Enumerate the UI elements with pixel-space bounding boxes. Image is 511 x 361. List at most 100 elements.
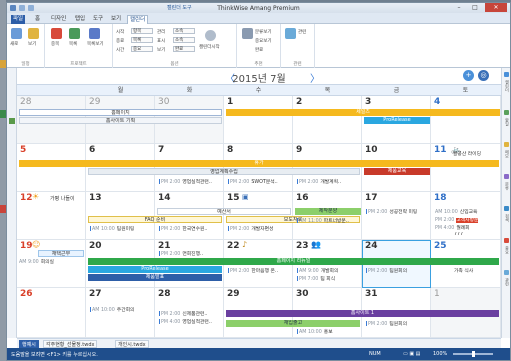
event-item[interactable]: AM 10:00 신입교육 [435,208,500,215]
event-item[interactable]: PM 7:00 팀 회식 [297,275,361,282]
event-item[interactable]: AM 10:00 주간회의 [90,306,154,313]
day-cell[interactable]: 1 [224,96,293,144]
important-panel-icon[interactable] [504,238,509,243]
panel-tab-calendar[interactable]: 캘린더 [503,80,510,92]
event-item[interactable]: AM 10:00 팀원미팅 [90,225,154,232]
event-item[interactable]: PM 2:00 신제품관련.. [159,310,223,317]
related-label[interactable]: 관련 [298,29,306,35]
tab-home[interactable]: 홈 [33,15,42,24]
event-item[interactable]: PM 2:00 개발자편성 [228,225,292,232]
todo-panel-icon[interactable] [504,110,509,115]
event-bar[interactable]: FAQ 준비 [88,216,222,223]
event-bar[interactable]: 영업계획수립 [88,168,360,175]
file-tab[interactable]: 각주현황_선물정.twdx [43,340,98,348]
event-item[interactable]: 777 [454,232,494,237]
important-label[interactable]: 중목 [51,41,59,47]
event-item[interactable]: 가족 식사 [454,267,498,274]
memo-panel-icon[interactable] [504,142,509,147]
tab-file[interactable]: 파일 [11,15,26,24]
event-item[interactable]: PM 2:00 성공전략 미팅 [366,208,430,215]
day-cell[interactable]: 5 [17,144,86,192]
day-cell[interactable]: 17 [362,192,431,240]
important-view-label[interactable]: 중요보기 [255,38,272,44]
next-month-button[interactable]: 〉 [310,70,320,85]
event-bar[interactable]: 제작분양 [295,208,361,215]
new-label[interactable]: 새로 [10,41,18,47]
list-view-icon[interactable] [89,28,100,39]
list-view-label[interactable]: 목록보기 [87,41,104,47]
panel-tab-memo[interactable]: 메모 [503,150,510,158]
event-item[interactable]: AM 10:00 홍보 [297,328,361,335]
day-cell[interactable]: 27 [86,288,155,338]
view-mode-icons[interactable]: ▭ ▣ ▤ [403,351,420,357]
file-tab[interactable]: 행예시 [19,340,39,348]
complete-label[interactable]: 완료 [255,47,263,53]
event-item[interactable]: PM 2:00 한마음행 온.. [228,267,292,274]
tab-tools[interactable]: 도구 [91,15,105,24]
event-item[interactable]: PM 2:00 SWOT분석.. [228,178,290,185]
important-icon[interactable] [51,28,62,39]
calendar-panel-icon[interactable] [504,72,509,77]
view-icon[interactable] [28,28,39,39]
event-item[interactable]: AM 9:00 개발회의 [297,267,361,274]
tab-insert[interactable]: 탭입 [73,15,87,24]
event-bar[interactable]: 세일즈 [226,109,500,116]
zoom-slider-knob[interactable] [472,351,475,357]
today-button[interactable]: ◎ [478,70,489,81]
view2-select[interactable]: 완료 [173,46,195,52]
maximize-button[interactable]: □ [467,3,483,12]
event-bar[interactable]: 재입출고 [226,320,360,327]
event-bar[interactable]: 홈사이트 기획 [19,117,222,124]
tab-calendar[interactable]: 캘린더 [127,15,149,24]
day-cell[interactable]: 12 ☀ 가평 나들이 [17,192,86,240]
event-bar[interactable]: ProRelease [364,117,430,124]
event-item[interactable]: AM 11:00 파트너방문.. [297,217,361,224]
event-item[interactable]: PM 2:00 고객사방문 [435,216,500,223]
related-icon[interactable] [285,28,296,39]
day-cell[interactable]: 2 [293,96,362,144]
end-select[interactable]: 목록 [131,37,153,43]
event-bar[interactable]: ProRelease [88,266,222,273]
event-item[interactable]: PM 2:00 팀원회의 [366,320,430,327]
day-cell[interactable]: 26 [17,288,86,338]
panel-tab-search[interactable]: 검색 [503,214,510,222]
list-label[interactable]: 목록 [69,41,77,47]
event-bar[interactable]: 제품발표 [88,274,222,281]
tab-view[interactable]: 보기 [109,15,123,24]
calendar-start-icon[interactable] [205,30,216,41]
event-item[interactable]: PM 2:00 팀원회의 [366,267,430,274]
file-tab[interactable]: 개인시.twdx [115,340,149,348]
calendar-start-label[interactable]: 캘린더시작 [199,44,220,50]
day-cell[interactable]: 4 [431,96,501,144]
event-item[interactable]: PM 2:00 개발계획.. [297,178,359,185]
event-bar[interactable]: 홈페이지 리뉴얼 [88,258,499,265]
category-view-label[interactable]: 분류보기 [255,29,272,35]
list-icon[interactable] [69,28,80,39]
event-bar[interactable]: 홈페이지 [19,109,222,116]
event-item[interactable]: PM 2:00 한국연수원.. [159,225,223,232]
panel-tab-todo[interactable]: 할일 [503,118,510,126]
close-button[interactable]: ✕ [485,3,507,12]
category-view-icon[interactable] [242,28,253,39]
new-event-icon[interactable] [11,28,22,39]
event-bar[interactable]: 제품교육 [364,168,430,175]
event-bar[interactable]: 휴가 [19,160,499,167]
left-side-panel[interactable] [7,68,17,338]
time-select[interactable]: 중요 [131,46,153,52]
category-panel-icon[interactable] [504,174,509,179]
add-event-button[interactable]: + [463,70,474,81]
related-panel-icon[interactable] [504,270,509,275]
event-item[interactable]: 팔공산 라이딩 [453,150,499,157]
tab-design[interactable]: 디자인 [49,15,68,24]
panel-tab-category[interactable]: 분류 [503,182,510,190]
event-item[interactable]: PM 2:00 면회진행.. [159,250,223,257]
event-bar[interactable]: 재택근무 [38,250,84,257]
start-select[interactable]: 항목 [131,28,153,34]
minimize-button[interactable]: – [451,3,467,12]
view-label[interactable]: 보기 [28,41,36,47]
panel-tab-important[interactable]: 중요 [503,246,510,254]
left-panel-icon[interactable] [9,118,15,124]
event-bar[interactable]: 예산서 [157,208,291,215]
event-item[interactable]: AM 9:00 회의실 [19,258,85,265]
manage-select[interactable]: 소속 [173,28,195,34]
